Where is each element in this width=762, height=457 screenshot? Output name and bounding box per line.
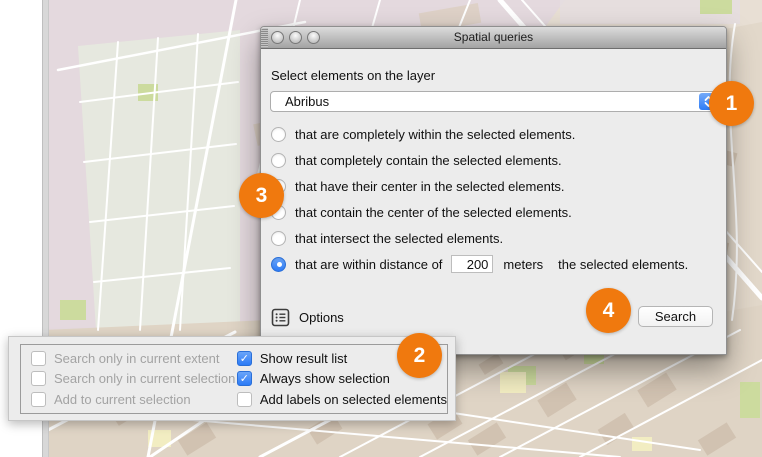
options-button-label: Options — [299, 310, 344, 325]
radio-option-within[interactable]: that are completely within the selected … — [271, 121, 688, 147]
zoom-button[interactable] — [307, 31, 320, 44]
radio-option-contain-center[interactable]: that contain the center of the selected … — [271, 199, 688, 225]
spatial-queries-dialog: Spatial queries Select elements on the l… — [260, 26, 727, 355]
checkbox-add-labels[interactable]: Add labels on selected elements — [237, 390, 447, 410]
spatial-relation-radio-group: that are completely within the selected … — [271, 121, 688, 277]
dialog-titlebar[interactable]: Spatial queries — [261, 27, 726, 49]
checkbox-add-to-selection[interactable]: Add to current selection — [31, 390, 237, 410]
traffic-lights — [271, 31, 320, 44]
search-options-group: Search only in current extent Search onl… — [20, 344, 448, 414]
checkbox[interactable] — [31, 392, 46, 407]
distance-unit-label: meters — [503, 257, 543, 272]
radio-option-within-distance[interactable]: that are within distance of meters the s… — [271, 251, 688, 277]
checkbox-search-current-selection[interactable]: Search only in current selection — [31, 369, 237, 389]
annotation-badge-1: 1 — [709, 81, 754, 126]
annotation-badge-3: 3 — [239, 173, 284, 218]
checkbox[interactable] — [237, 351, 252, 366]
close-button[interactable] — [271, 31, 284, 44]
search-options-panel: Search only in current extent Search onl… — [8, 336, 456, 421]
search-button[interactable]: Search — [638, 306, 713, 327]
titlebar-ridges — [261, 28, 268, 47]
dialog-title: Spatial queries — [261, 27, 726, 48]
annotation-badge-4: 4 — [586, 288, 631, 333]
layer-select-label: Select elements on the layer — [271, 68, 435, 83]
radio-button[interactable] — [271, 257, 286, 272]
distance-input[interactable] — [451, 255, 493, 273]
radio-option-intersect[interactable]: that intersect the selected elements. — [271, 225, 688, 251]
annotation-badge-2: 2 — [397, 333, 442, 378]
checkbox[interactable] — [237, 392, 252, 407]
distance-suffix-label: the selected elements. — [558, 257, 688, 272]
radio-option-center-in[interactable]: that have their center in the selected e… — [271, 173, 688, 199]
checkbox[interactable] — [31, 371, 46, 386]
radio-option-contain[interactable]: that completely contain the selected ele… — [271, 147, 688, 173]
radio-button[interactable] — [271, 153, 286, 168]
checkbox-search-current-extent[interactable]: Search only in current extent — [31, 348, 237, 368]
layer-select-value: Abribus — [285, 92, 329, 111]
checkbox[interactable] — [237, 371, 252, 386]
options-list-icon — [271, 308, 290, 327]
radio-button[interactable] — [271, 127, 286, 142]
radio-button[interactable] — [271, 231, 286, 246]
layer-select-dropdown[interactable]: Abribus — [270, 91, 720, 112]
options-button[interactable]: Options — [271, 308, 344, 327]
checkbox[interactable] — [31, 351, 46, 366]
minimize-button[interactable] — [289, 31, 302, 44]
options-column-left: Search only in current extent Search onl… — [21, 345, 237, 413]
